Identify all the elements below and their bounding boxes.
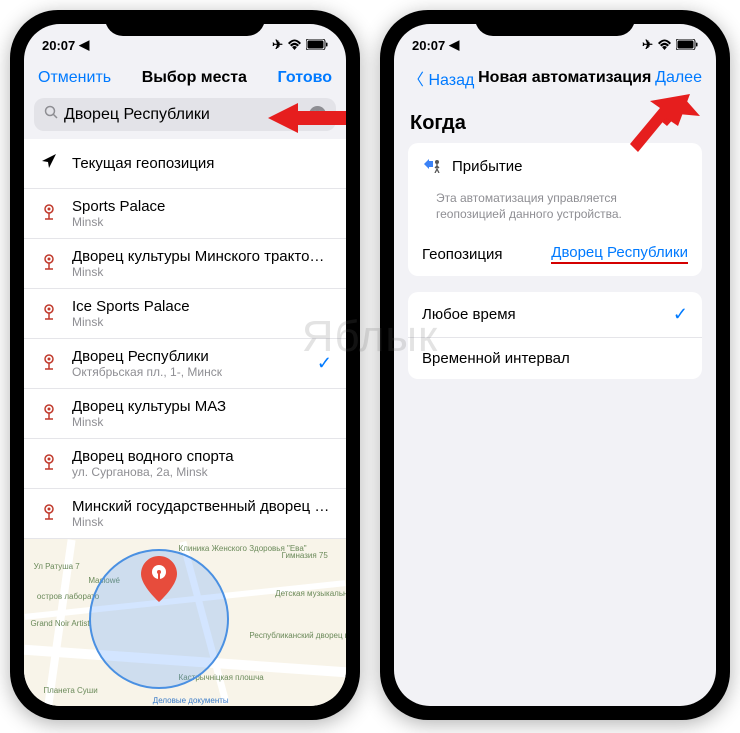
phone-right: 20:07 ◀ ✈ 〈 Назад Новая автоматиз xyxy=(380,10,730,720)
check-icon: ✓ xyxy=(317,353,332,374)
result-subtitle: Minsk xyxy=(72,215,332,229)
result-title: Минский государственный дворец дете… xyxy=(72,498,332,515)
result-subtitle: Октябрьская пл., 1-, Минск xyxy=(72,365,305,379)
map-poi-label: Ул Ратуша 7 xyxy=(34,562,80,571)
result-subtitle: Minsk xyxy=(72,265,332,279)
battery-icon xyxy=(676,38,698,53)
map[interactable]: Клиника Женского Здоровья "Ева" Гимназия… xyxy=(24,539,346,706)
next-button[interactable]: Далее xyxy=(655,69,702,87)
back-button[interactable]: 〈 Назад xyxy=(408,66,474,90)
result-title: Дворец культуры МАЗ xyxy=(72,398,332,415)
time-option-label: Временной интервал xyxy=(422,350,570,367)
done-button[interactable]: Готово xyxy=(278,69,332,87)
result-title: Текущая геопозиция xyxy=(72,155,332,172)
chevron-left-icon: 〈 xyxy=(408,72,428,89)
result-subtitle: ул. Сурганова, 2а, Minsk xyxy=(72,465,332,479)
airplane-icon: ✈ xyxy=(642,37,653,53)
annotation-arrow xyxy=(268,100,346,136)
result-title: Sports Palace xyxy=(72,198,332,215)
map-poi-label: Республиканский дворец культуры xyxy=(249,631,346,640)
location-arrow-icon xyxy=(41,153,57,174)
wifi-icon xyxy=(287,38,302,53)
result-row[interactable]: Дворец культуры МАЗMinsk xyxy=(24,389,346,439)
location-indicator-icon: ◀ xyxy=(79,37,89,53)
arrival-label: Прибытие xyxy=(452,158,522,175)
result-row[interactable]: Минский государственный дворец дете…Mins… xyxy=(24,489,346,539)
airplane-icon: ✈ xyxy=(272,37,283,53)
notch xyxy=(105,10,265,36)
result-title: Ice Sports Palace xyxy=(72,298,332,315)
location-indicator-icon: ◀ xyxy=(449,37,459,53)
result-title: Дворец культуры Минского тракторног… xyxy=(72,248,332,265)
phone-left: 20:07 ◀ ✈ Отменить Выбор места Готово xyxy=(10,10,360,720)
result-subtitle: Minsk xyxy=(72,415,332,429)
check-icon: ✓ xyxy=(673,304,688,325)
pin-icon xyxy=(42,254,56,273)
pin-icon xyxy=(42,504,56,523)
map-poi-label: Grand Noir Artist xyxy=(30,619,89,628)
result-title: Дворец водного спорта xyxy=(72,448,332,465)
map-poi-label: остров лаборато xyxy=(37,592,99,601)
geo-label: Геопозиция xyxy=(422,246,502,263)
time-option-label: Любое время xyxy=(422,306,516,323)
wifi-icon xyxy=(657,38,672,53)
result-row[interactable]: Дворец водного спортаул. Сурганова, 2а, … xyxy=(24,439,346,489)
pin-icon xyxy=(42,304,56,323)
result-row[interactable]: Дворец культуры Минского тракторног…Mins… xyxy=(24,239,346,289)
notch xyxy=(475,10,635,36)
map-pin-icon xyxy=(141,556,177,607)
result-subtitle: Minsk xyxy=(72,515,332,529)
time-card: Любое время ✓ Временной интервал xyxy=(408,292,702,379)
results-list: Текущая геопозицияSports PalaceMinskДвор… xyxy=(24,139,346,539)
nav-title: Выбор места xyxy=(142,69,247,87)
battery-icon xyxy=(306,38,328,53)
search-icon xyxy=(44,105,58,124)
status-time: 20:07 xyxy=(42,38,75,53)
geo-row[interactable]: Геопозиция Дворец Республики xyxy=(408,232,702,276)
result-row[interactable]: Дворец РеспубликиОктябрьская пл., 1-, Ми… xyxy=(24,339,346,389)
cancel-button[interactable]: Отменить xyxy=(38,69,111,87)
result-row[interactable]: Sports PalaceMinsk xyxy=(24,189,346,239)
arrival-icon xyxy=(422,155,442,178)
status-time: 20:07 xyxy=(412,38,445,53)
result-row[interactable]: Ice Sports PalaceMinsk xyxy=(24,289,346,339)
nav-bar: 〈 Назад Новая автоматизация Далее xyxy=(394,58,716,98)
map-poi-label: Деловые документы xyxy=(153,696,229,705)
result-row[interactable]: Текущая геопозиция xyxy=(24,139,346,189)
nav-title: Новая автоматизация xyxy=(478,69,651,87)
map-poi-label: Планета Суши xyxy=(43,686,97,695)
pin-icon xyxy=(42,204,56,223)
map-poi-label: Детская музыкальная шк. N10 xyxy=(275,589,346,598)
pin-icon xyxy=(42,404,56,423)
nav-bar: Отменить Выбор места Готово xyxy=(24,58,346,98)
geo-value-link[interactable]: Дворец Республики xyxy=(551,244,688,264)
pin-icon xyxy=(42,354,56,373)
result-subtitle: Minsk xyxy=(72,315,332,329)
time-option-row[interactable]: Временной интервал xyxy=(408,337,702,379)
time-option-row[interactable]: Любое время ✓ xyxy=(408,292,702,337)
annotation-arrow xyxy=(630,94,700,164)
result-title: Дворец Республики xyxy=(72,348,305,365)
pin-icon xyxy=(42,454,56,473)
arrival-note: Эта автоматизация управляется геопозицие… xyxy=(408,190,702,232)
map-poi-label: Гимназия 75 xyxy=(282,551,328,560)
